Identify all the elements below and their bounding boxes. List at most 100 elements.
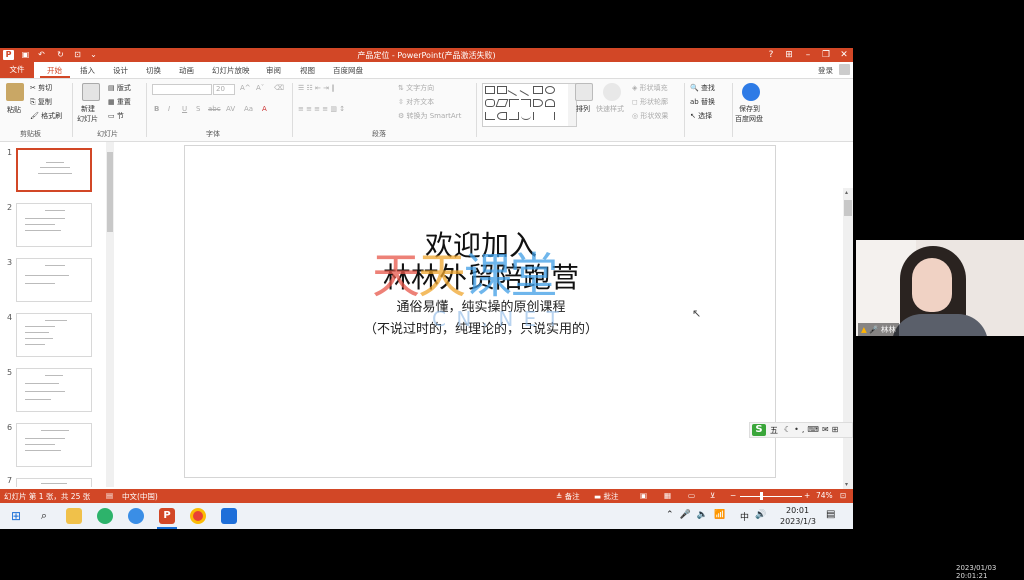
clock-time[interactable]: 20:01	[786, 506, 809, 515]
file-explorer-icon[interactable]	[66, 508, 82, 524]
slide-thumbnail[interactable]	[16, 203, 92, 247]
curve-shape-icon[interactable]	[509, 112, 519, 120]
tray-icons[interactable]: ⌃🎤🔈📶	[666, 510, 731, 520]
slide-thumbnail[interactable]	[16, 478, 92, 487]
parallelogram-shape-icon[interactable]	[495, 99, 509, 107]
arrow-right-shape-icon[interactable]	[533, 99, 543, 107]
save-to-baidu-label-1[interactable]: 保存到	[739, 104, 760, 114]
save-to-baidu-label-2[interactable]: 百度网盘	[735, 114, 763, 124]
quick-styles-icon[interactable]	[603, 83, 621, 101]
slide-thumbnail[interactable]	[16, 313, 92, 357]
clock-date[interactable]: 2023/1/3	[780, 517, 816, 526]
slide-thumbnail[interactable]	[16, 368, 92, 412]
textbox-shape-icon[interactable]	[485, 86, 495, 94]
shadow-button[interactable]: S	[196, 105, 200, 113]
zoom-out-icon[interactable]: −	[730, 491, 736, 500]
ime-mode-label[interactable]: 五	[770, 425, 778, 436]
editor-scroll-thumb[interactable]	[844, 200, 852, 216]
line-shape-icon[interactable]	[507, 84, 521, 96]
editor-scrollbar[interactable]: ▴ ▾ ⏶ ⏷	[843, 188, 853, 503]
tab-view[interactable]: 视图	[300, 65, 315, 76]
notes-button[interactable]: ≜ 备注	[556, 491, 580, 502]
rounded-rect-shape-icon[interactable]	[485, 99, 495, 107]
slide-thumbnail[interactable]	[16, 148, 92, 192]
notifications-icon[interactable]: ▤	[826, 509, 835, 520]
bold-button[interactable]: B	[154, 105, 159, 113]
tab-slideshow[interactable]: 幻灯片放映	[212, 65, 250, 76]
arrange-icon[interactable]	[575, 83, 593, 101]
thumbnails-scroll-thumb[interactable]	[107, 152, 113, 232]
close-icon[interactable]: ✕	[836, 49, 852, 61]
minimize-icon[interactable]: –	[800, 49, 816, 61]
tab-design[interactable]: 设计	[113, 65, 128, 76]
arc-shape-icon[interactable]	[521, 112, 531, 120]
slide-thumbnail[interactable]	[16, 258, 92, 302]
tab-baidu-netdisk[interactable]: 百度网盘	[333, 65, 363, 76]
bullets-icon[interactable]: ☰ ☷ ⇤ ⇥ ‖	[298, 84, 335, 92]
rectangle-shape-icon[interactable]	[533, 86, 543, 94]
char-spacing-button[interactable]: AV	[226, 105, 235, 113]
ime-tool-icons[interactable]: ☾•,⌨✉⊞	[784, 425, 841, 434]
reset-button[interactable]: ▦ 重置	[108, 97, 131, 107]
italic-button[interactable]: I	[168, 105, 170, 113]
alignment-icons[interactable]: ≡ ≡ ≡ ≡ ▥ ↕	[298, 105, 345, 113]
powerpoint-taskbar-icon[interactable]: P	[159, 508, 175, 524]
tab-review[interactable]: 审阅	[266, 65, 281, 76]
baidu-netdisk-icon[interactable]	[742, 83, 760, 101]
zoom-level[interactable]: 74%	[816, 491, 833, 500]
shrink-font-icon[interactable]: Aˇ	[256, 84, 264, 92]
paste-button[interactable]: 粘贴	[7, 105, 21, 115]
language-indicator[interactable]: 中文(中国)	[122, 491, 158, 502]
arrange-button[interactable]: 排列	[576, 104, 590, 114]
bracket-right-shape-icon[interactable]	[545, 112, 555, 120]
thumbnails-scrollbar[interactable]	[106, 142, 114, 487]
format-painter-button[interactable]: 🖌 格式刷	[30, 111, 62, 121]
layout-button[interactable]: ▤ 版式	[108, 83, 131, 93]
new-slide-label-1[interactable]: 新建	[81, 104, 95, 114]
edge-icon[interactable]	[97, 508, 113, 524]
brace-shape-icon[interactable]	[497, 112, 507, 120]
slideshow-view-icon[interactable]: ⊻	[710, 491, 716, 500]
find-button[interactable]: 🔍 查找	[690, 83, 715, 93]
strikethrough-button[interactable]: abc	[208, 105, 221, 113]
change-case-button[interactable]: Aa	[244, 105, 253, 113]
browser-icon[interactable]	[128, 508, 144, 524]
shape-fill-button[interactable]: ◈ 形状填充	[632, 83, 668, 93]
normal-view-icon[interactable]: ▣	[640, 491, 647, 500]
spellcheck-icon[interactable]: ▤	[106, 491, 113, 500]
new-slide-icon[interactable]	[82, 83, 100, 101]
grow-font-icon[interactable]: A^	[240, 84, 251, 92]
scroll-up-icon[interactable]: ▴	[845, 190, 851, 196]
tab-file[interactable]: 文件	[0, 62, 34, 78]
scroll-down-icon[interactable]: ▾	[845, 482, 848, 488]
slide-sorter-icon[interactable]: ▦	[664, 491, 671, 500]
copy-button[interactable]: ⎘ 复制	[30, 97, 52, 107]
comments-button[interactable]: ▬ 批注	[594, 491, 618, 502]
triangle-shape-icon[interactable]	[485, 112, 495, 120]
ribbon-display-icon[interactable]: ⊞	[781, 49, 797, 61]
reading-view-icon[interactable]: ▭	[688, 491, 695, 500]
text-direction-button[interactable]: ⇅ 文字方向	[398, 83, 434, 93]
font-name-field[interactable]	[152, 84, 212, 95]
sogou-ime-icon[interactable]: S	[752, 424, 766, 436]
replace-button[interactable]: ab 替换	[690, 97, 715, 107]
cut-button[interactable]: ✂ 剪切	[30, 83, 52, 93]
chrome-icon[interactable]	[190, 508, 206, 524]
oval-shape-icon[interactable]	[545, 86, 555, 94]
volume-icon[interactable]: 🔊	[755, 510, 766, 520]
meeting-app-icon[interactable]	[221, 508, 237, 524]
shape-effects-button[interactable]: ◎ 形状效果	[632, 111, 668, 121]
zoom-slider-thumb[interactable]	[760, 492, 763, 500]
font-size-field[interactable]: 20	[213, 84, 235, 95]
align-text-button[interactable]: ⇳ 对齐文本	[398, 97, 434, 107]
search-icon[interactable]: ⌕	[36, 508, 52, 524]
shapes-gallery[interactable]	[482, 83, 570, 127]
clear-format-icon[interactable]: ⌫	[274, 84, 284, 92]
tab-transitions[interactable]: 切换	[146, 65, 161, 76]
connector-shape-icon[interactable]	[509, 99, 519, 107]
paste-icon[interactable]	[6, 83, 24, 101]
section-button[interactable]: ▭ 节	[108, 111, 124, 121]
arrow-line-shape-icon[interactable]	[519, 84, 533, 96]
elbow-shape-icon[interactable]	[521, 99, 531, 107]
smartart-button[interactable]: ⚙ 转换为 SmartArt	[398, 111, 461, 121]
